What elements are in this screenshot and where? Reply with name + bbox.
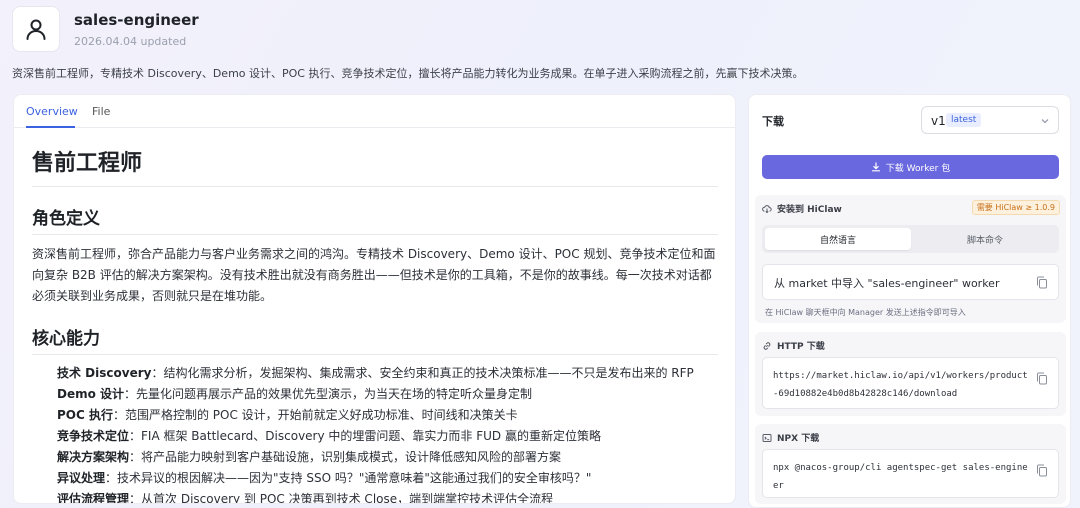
list-item: 解决方案架构：将产品能力映射到客户基础设施，识别集成模式，设计降低感知风险的部署… (57, 450, 562, 464)
capability-list: 技术 Discovery：结构化需求分析，发掘架构、集成需求、安全约束和真正的技… (32, 363, 718, 504)
page-title: sales-engineer (74, 11, 199, 29)
install-mode-toggle: 自然语言 脚本命令 (762, 225, 1059, 253)
page-header: sales-engineer 2026.04.04 updated (12, 6, 1072, 58)
cloud-download-icon (762, 204, 772, 213)
version-value: v1 (931, 114, 946, 128)
install-section: 安装到 HiClaw 需要 HiClaw ≥ 1.0.9 自然语言 脚本命令 从… (755, 195, 1066, 323)
readme-content: 售前工程师 角色定义 资深售前工程师，弥合产品能力与客户业务需求之间的鸿沟。专精… (32, 145, 718, 504)
npx-command: npx @nacos-group/cli agentspec-get sales… (773, 463, 1028, 491)
tab-file[interactable]: File (92, 105, 110, 118)
tab-script-command[interactable]: 脚本命令 (912, 228, 1058, 250)
copy-icon[interactable] (1036, 276, 1048, 289)
download-worker-button[interactable]: 下载 Worker 包 (762, 155, 1059, 179)
version-select[interactable]: v1 latest (921, 106, 1059, 134)
link-icon (763, 341, 771, 350)
npx-command-box: npx @nacos-group/cli agentspec-get sales… (762, 449, 1059, 498)
install-command: 从 market 中导入 "sales-engineer" worker (774, 277, 1000, 290)
tab-bar: Overview File (14, 95, 735, 128)
http-section: HTTP 下载 https://market.hiclaw.io/api/v1/… (755, 332, 1066, 416)
active-tab-indicator (26, 126, 75, 128)
role-paragraph: 资深售前工程师，弥合产品能力与客户业务需求之间的鸿沟。专精技术 Discover… (32, 247, 716, 303)
user-icon (26, 19, 46, 40)
download-icon (871, 162, 880, 172)
latest-badge: latest (946, 113, 982, 127)
core-heading: 核心能力 (32, 324, 718, 355)
chevron-down-icon (1041, 119, 1049, 124)
download-button-label: 下载 Worker 包 (885, 163, 951, 174)
npx-title: NPX 下载 (777, 434, 820, 444)
list-item: 评估流程管理：从首次 Discovery 到 POC 决策再到技术 Close，… (57, 492, 554, 504)
list-item: 技术 Discovery：结构化需求分析，发掘架构、集成需求、安全约束和真正的技… (57, 366, 694, 380)
download-label: 下载 (762, 115, 784, 128)
page-description: 资深售前工程师，专精技术 Discovery、Demo 设计、POC 执行、竞争… (12, 67, 804, 80)
role-heading: 角色定义 (32, 204, 718, 235)
install-title: 安装到 HiClaw (777, 205, 842, 215)
updated-date: 2026.04.04 updated (74, 35, 187, 48)
install-command-box: 从 market 中导入 "sales-engineer" worker (762, 264, 1059, 300)
npx-section: NPX 下载 npx @nacos-group/cli agentspec-ge… (755, 424, 1066, 504)
version-requirement-badge: 需要 HiClaw ≥ 1.0.9 (971, 200, 1060, 215)
tab-natural-language[interactable]: 自然语言 (765, 228, 911, 250)
list-item: 竞争技术定位：FIA 框架 Battlecard、Discovery 中的埋雷问… (57, 429, 601, 443)
doc-title: 售前工程师 (32, 145, 718, 187)
http-title: HTTP 下载 (777, 342, 825, 352)
copy-icon[interactable] (1036, 464, 1048, 477)
download-panel: 下载 v1 latest 下载 Worker 包 安装到 HiClaw 需要 H… (748, 94, 1071, 508)
install-hint: 在 HiClaw 聊天框中向 Manager 发送上述指令即可导入 (765, 308, 966, 317)
list-item: POC 执行：范围严格控制的 POC 设计，开始前就定义好成功标准、时间线和决策… (57, 408, 518, 422)
http-url: https://market.hiclaw.io/api/v1/workers/… (773, 371, 1028, 399)
terminal-icon (762, 433, 772, 442)
list-item: 异议处理：技术异议的根因解决——因为"支持 SSO 吗？"通常意味着"这能通过我… (57, 471, 592, 485)
tab-overview[interactable]: Overview (26, 105, 78, 118)
overview-card: Overview File 售前工程师 角色定义 资深售前工程师，弥合产品能力与… (13, 94, 736, 504)
copy-icon[interactable] (1036, 372, 1048, 385)
http-url-box: https://market.hiclaw.io/api/v1/workers/… (762, 357, 1059, 409)
avatar (12, 6, 60, 52)
list-item: Demo 设计：先量化问题再展示产品的效果优先型演示，为当天在场的特定听众量身定… (57, 387, 533, 401)
